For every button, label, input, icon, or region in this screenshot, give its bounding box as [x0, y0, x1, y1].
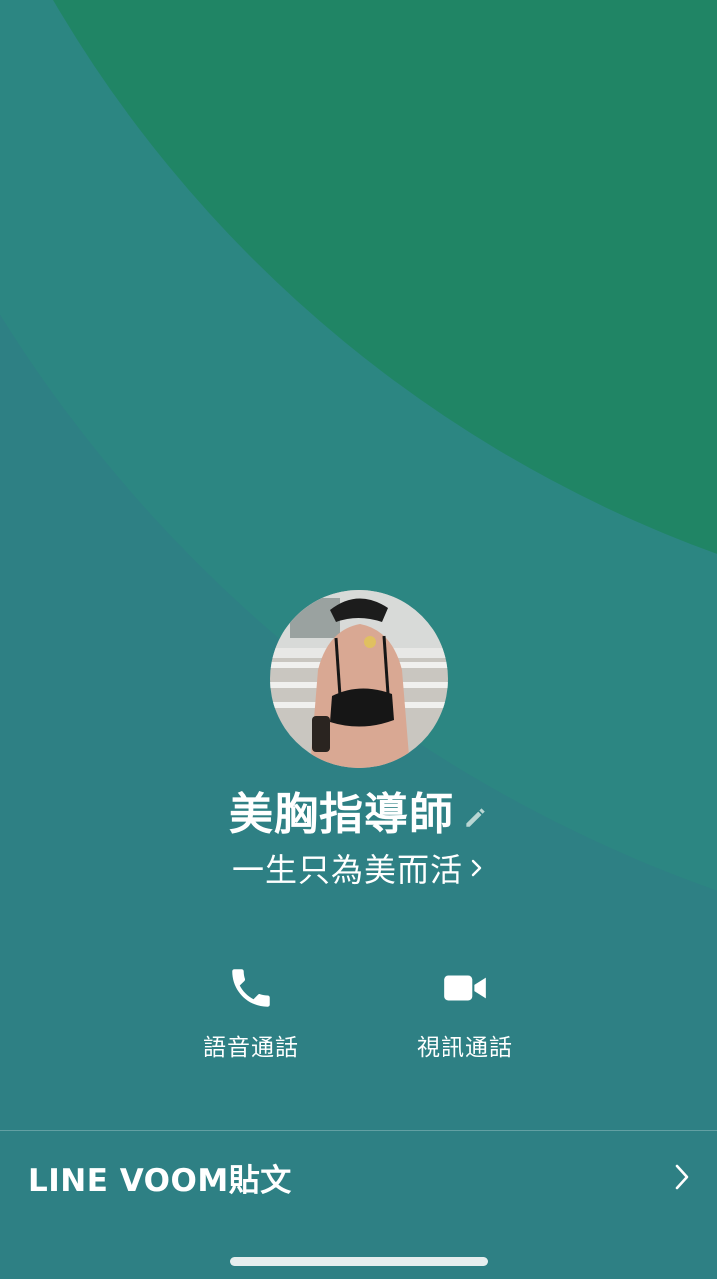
chevron-right-icon — [471, 859, 482, 877]
pencil-icon[interactable] — [462, 804, 488, 830]
video-call-button[interactable]: 視訊通話 — [385, 962, 545, 1062]
line-voom-posts-label: LINE VOOM貼文 — [28, 1162, 292, 1199]
video-call-label: 視訊通話 — [417, 1035, 513, 1061]
chevron-right-icon — [675, 1164, 689, 1190]
status-message: 一生只為美而活 — [231, 851, 463, 889]
phone-icon — [232, 969, 270, 1007]
line-voom-posts-row[interactable]: LINE VOOM貼文 — [0, 1131, 717, 1223]
voice-call-label: 語音通話 — [203, 1035, 299, 1061]
home-indicator[interactable] — [230, 1257, 488, 1266]
profile-avatar[interactable] — [270, 590, 448, 768]
profile-name[interactable]: 美胸指導師 — [229, 778, 454, 842]
video-camera-icon — [444, 975, 486, 1001]
voice-call-button[interactable]: 語音通話 — [171, 962, 331, 1062]
status-message-row[interactable]: 一生只為美而活 — [0, 844, 717, 892]
profile-name-row: 美胸指導師 — [0, 778, 717, 842]
